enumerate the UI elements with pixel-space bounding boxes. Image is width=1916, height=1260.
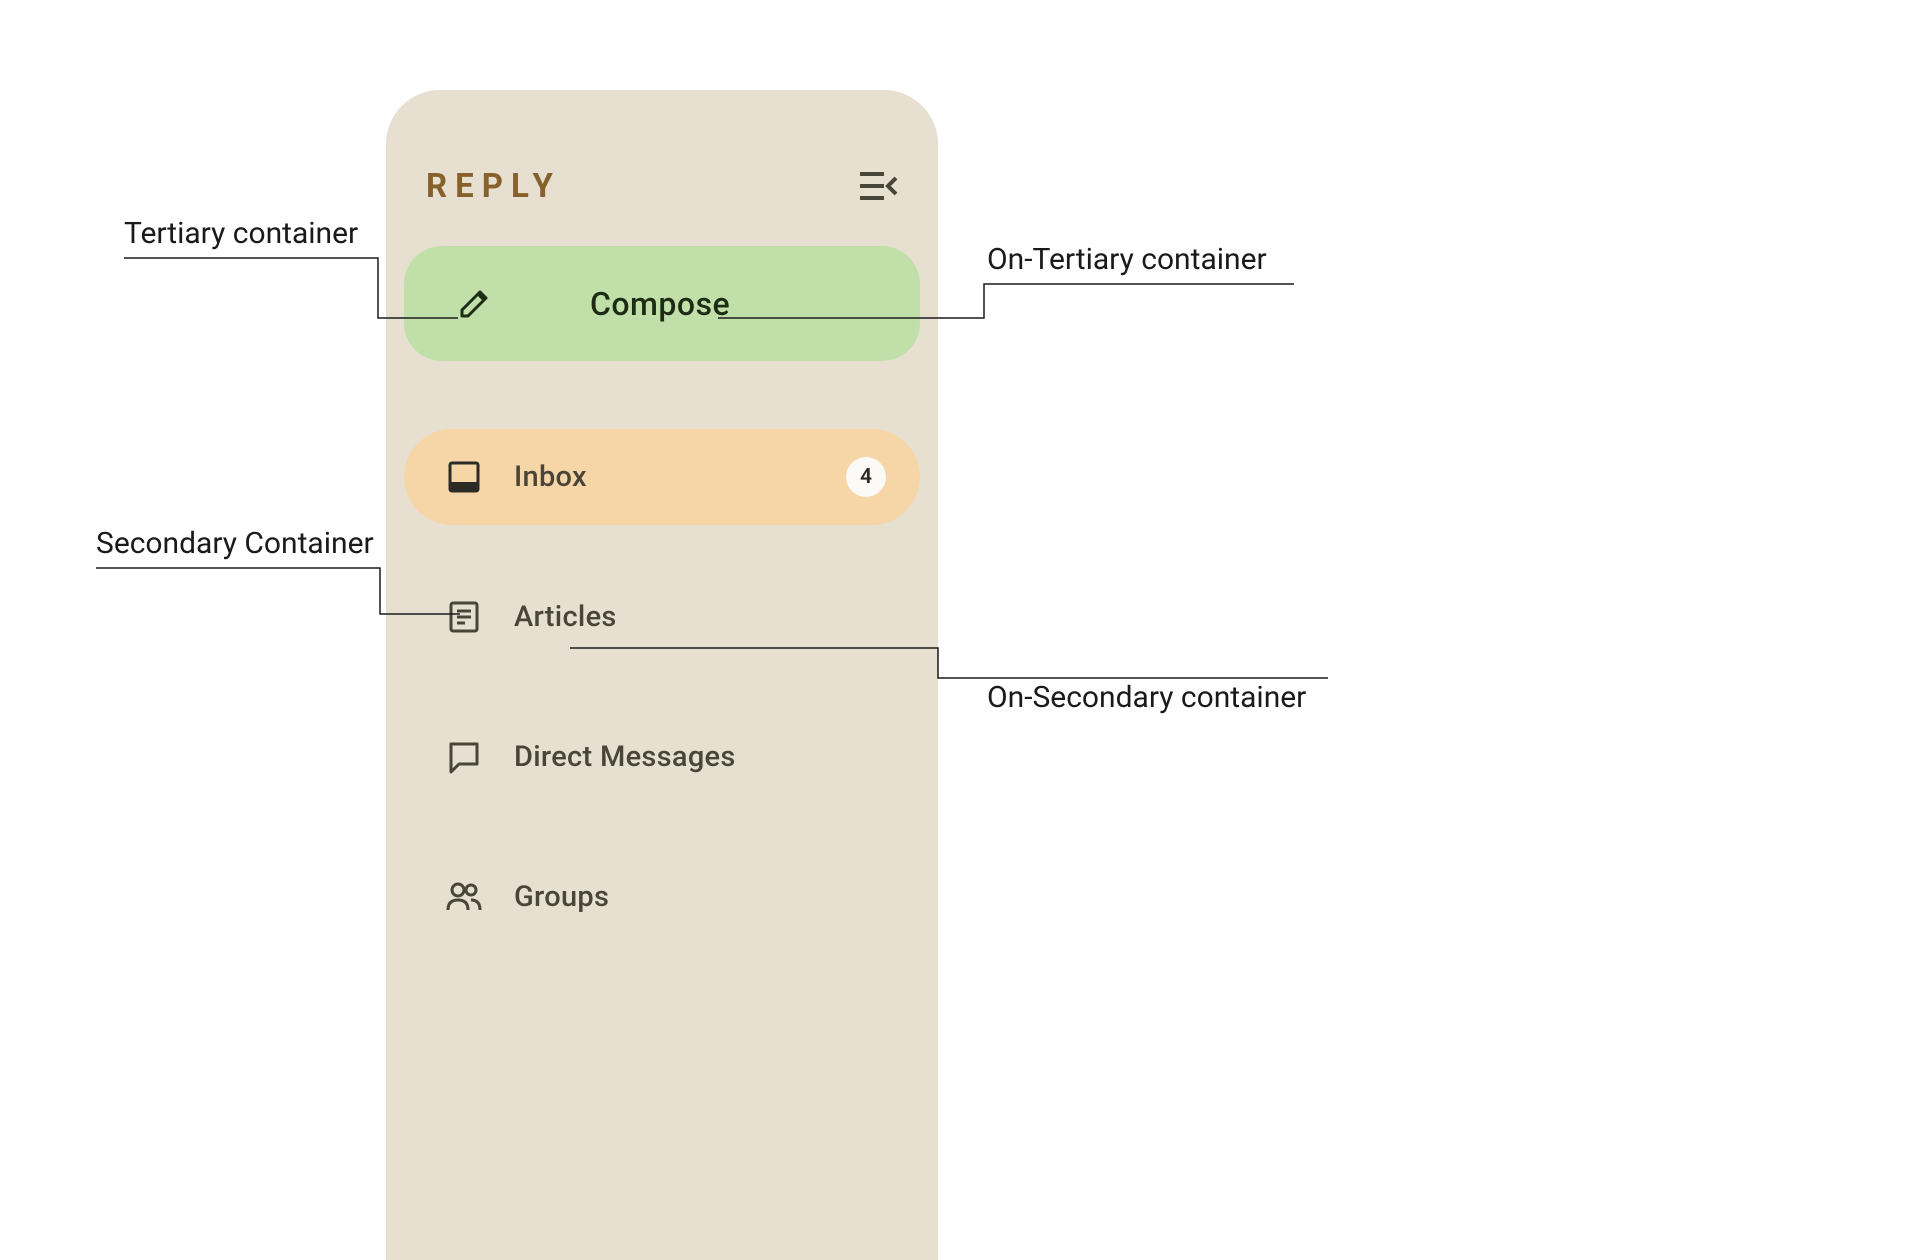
nav-item-label: Inbox bbox=[514, 460, 587, 494]
leader-line bbox=[718, 284, 988, 324]
nav-item-label: Groups bbox=[514, 880, 609, 914]
compose-label: Compose bbox=[590, 285, 730, 323]
group-icon bbox=[444, 877, 484, 917]
nav-item-inbox[interactable]: Inbox 4 bbox=[404, 429, 920, 525]
annotation-secondary-container: Secondary Container bbox=[96, 526, 374, 561]
annotation-tertiary-container: Tertiary container bbox=[124, 216, 358, 251]
annotation-on-tertiary-container: On-Tertiary container bbox=[987, 242, 1267, 277]
leader-line bbox=[124, 258, 464, 338]
nav-item-label: Articles bbox=[514, 600, 617, 634]
inbox-badge: 4 bbox=[846, 457, 886, 497]
nav-item-label: Direct Messages bbox=[514, 740, 736, 774]
annotation-on-secondary-container: On-Secondary container bbox=[987, 680, 1306, 715]
drawer-header: REPLY bbox=[404, 150, 920, 222]
leader-line bbox=[570, 648, 990, 728]
leader-line bbox=[96, 568, 466, 648]
menu-open-icon[interactable] bbox=[858, 166, 898, 206]
inbox-icon bbox=[444, 457, 484, 497]
chat-icon bbox=[444, 737, 484, 777]
brand-label: REPLY bbox=[426, 167, 561, 206]
nav-item-groups[interactable]: Groups bbox=[404, 849, 920, 945]
